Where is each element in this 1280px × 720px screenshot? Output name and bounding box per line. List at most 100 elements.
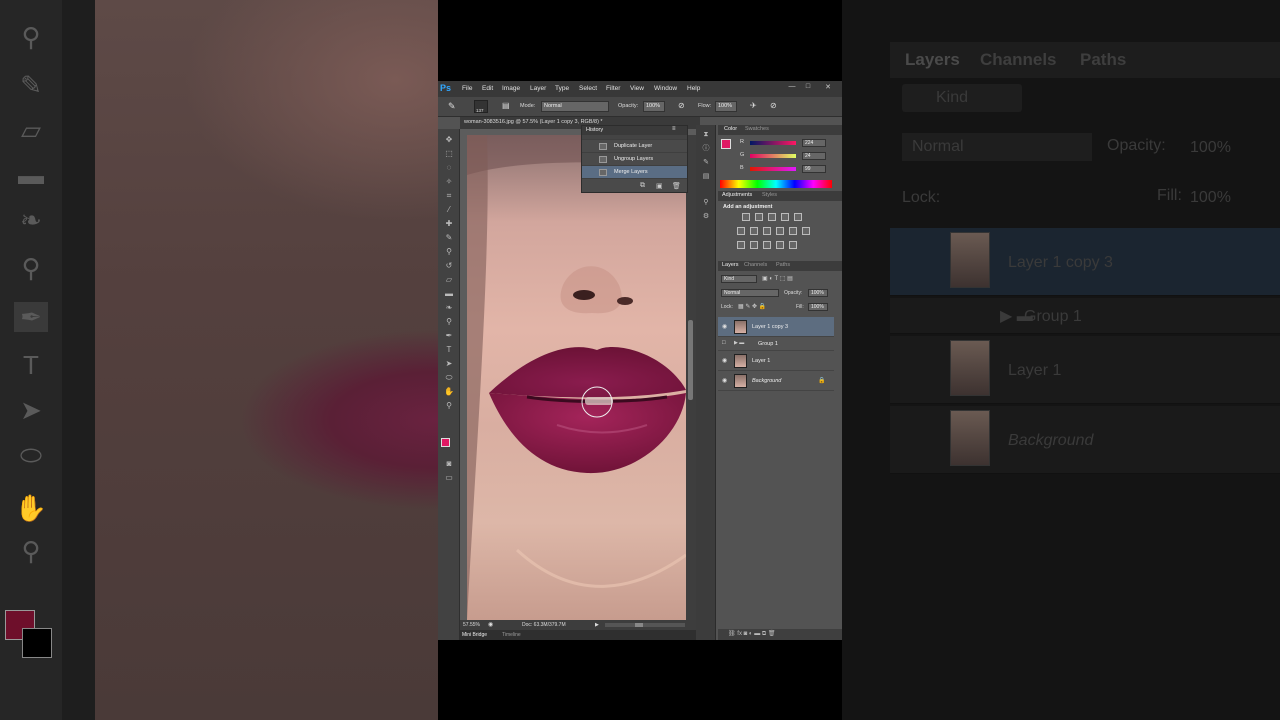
document-canvas[interactable] xyxy=(467,135,686,620)
horizontal-scrollbar-thumb[interactable] xyxy=(635,623,643,627)
maximize-button[interactable]: □ xyxy=(802,83,814,93)
photo-filter-icon[interactable] xyxy=(776,227,784,235)
eraser-tool-icon[interactable]: ▱ xyxy=(442,273,456,286)
screen-mode-icon[interactable]: ▭ xyxy=(442,471,456,484)
green-value-input[interactable]: 24 xyxy=(802,152,826,160)
tab-paths[interactable]: Paths xyxy=(776,262,790,268)
menu-type[interactable]: Type xyxy=(555,85,569,92)
tab-mini-bridge[interactable]: Mini Bridge xyxy=(462,632,487,638)
horizontal-scrollbar[interactable] xyxy=(605,623,685,627)
pressure-size-icon[interactable]: ⊘ xyxy=(770,101,777,110)
canvas-scrollbar[interactable] xyxy=(686,135,696,620)
layer-group-row[interactable]: □ ▶ ▬ Group 1 xyxy=(718,337,834,351)
vibrance-icon[interactable] xyxy=(794,213,802,221)
channel-mixer-icon[interactable] xyxy=(789,227,797,235)
invert-icon[interactable] xyxy=(737,241,745,249)
gradient-map-icon[interactable] xyxy=(776,241,784,249)
properties-panel-icon[interactable]: ⓘ xyxy=(700,143,712,155)
healing-tool-icon[interactable]: ✚ xyxy=(442,217,456,230)
brightness-icon[interactable] xyxy=(742,213,750,221)
history-menu-icon[interactable]: ≡ xyxy=(672,126,676,132)
tab-layers[interactable]: Layers xyxy=(722,262,739,268)
brush-preset-picker[interactable]: 137 xyxy=(474,100,488,113)
quick-mask-icon[interactable]: ◙ xyxy=(442,457,456,470)
lasso-tool-icon[interactable]: ◌ xyxy=(442,161,456,174)
move-tool-icon[interactable]: ✥ xyxy=(442,133,456,146)
brush-presets-icon[interactable]: ▤ xyxy=(700,171,712,183)
foreground-color-swatch[interactable] xyxy=(441,438,450,447)
menu-help[interactable]: Help xyxy=(687,85,700,92)
tab-adjustments[interactable]: Adjustments xyxy=(722,192,752,198)
menu-image[interactable]: Image xyxy=(502,85,520,92)
mode-select[interactable]: Normal xyxy=(541,101,609,112)
filter-icons[interactable]: ▣ ◐ T ⬚ ▤ xyxy=(762,275,793,282)
threshold-icon[interactable] xyxy=(763,241,771,249)
black-white-icon[interactable] xyxy=(763,227,771,235)
hue-saturation-icon[interactable] xyxy=(737,227,745,235)
type-tool-icon[interactable]: T xyxy=(442,343,456,356)
zoom-level[interactable]: 57.55% xyxy=(463,622,480,628)
pen-tool-icon[interactable]: ✒ xyxy=(442,329,456,342)
layer-row[interactable]: ◉ Background 🔒 xyxy=(718,371,834,391)
red-value-input[interactable]: 224 xyxy=(802,139,826,147)
layers-opacity-input[interactable]: 100% xyxy=(808,289,828,297)
snapshot-camera-icon[interactable]: ▣ xyxy=(656,182,663,190)
eye-hidden-icon[interactable]: □ xyxy=(722,340,726,346)
history-brush-tool-icon[interactable]: ↺ xyxy=(442,259,456,272)
clone-stamp-tool-icon[interactable]: ⚲ xyxy=(442,245,456,258)
menu-filter[interactable]: Filter xyxy=(606,85,620,92)
history-row[interactable]: Ungroup Layers xyxy=(582,153,687,166)
menu-view[interactable]: View xyxy=(630,85,644,92)
layer-footer-icons[interactable]: ⛓ fx ◙ ◐ ▬ ⧉ 🗑 xyxy=(728,630,775,638)
status-menu-arrow-icon[interactable]: ▶ xyxy=(595,622,599,628)
gradient-tool-icon[interactable]: ▬ xyxy=(442,287,456,300)
tab-timeline[interactable]: Timeline xyxy=(502,632,521,638)
scrollbar-thumb[interactable] xyxy=(688,320,693,400)
history-panel-icon[interactable]: ⧗ xyxy=(700,129,712,141)
menu-edit[interactable]: Edit xyxy=(482,85,493,92)
clone-source-icon[interactable]: ⚲ xyxy=(700,197,712,209)
path-select-tool-icon[interactable]: ➤ xyxy=(442,357,456,370)
history-row-selected[interactable]: Merge Layers xyxy=(582,166,687,179)
airbrush-icon[interactable]: ✈ xyxy=(750,101,757,110)
zoom-tool-icon[interactable]: ⚲ xyxy=(442,399,456,412)
crop-tool-icon[interactable]: ⌗ xyxy=(442,189,456,202)
menu-window[interactable]: Window xyxy=(654,85,677,92)
tab-color[interactable]: Color xyxy=(724,126,737,132)
delete-state-icon[interactable]: 🗑 xyxy=(672,182,681,190)
selective-color-icon[interactable] xyxy=(789,241,797,249)
brush-panel-icon[interactable]: ✎ xyxy=(700,157,712,169)
status-info-icon[interactable]: ◉ xyxy=(488,621,493,628)
eyedropper-tool-icon[interactable]: ⁄ xyxy=(442,203,456,216)
opacity-input[interactable]: 100% xyxy=(643,101,665,112)
curves-icon[interactable] xyxy=(768,213,776,221)
eye-icon[interactable]: ◉ xyxy=(722,323,727,330)
history-row[interactable]: Duplicate Layer xyxy=(582,140,687,153)
brush-tool-icon[interactable]: ✎ xyxy=(448,101,456,112)
flow-input[interactable]: 100% xyxy=(715,101,737,112)
tab-channels[interactable]: Channels xyxy=(744,262,767,268)
minimize-button[interactable]: — xyxy=(786,83,798,93)
menu-layer[interactable]: Layer xyxy=(530,85,546,92)
blue-value-input[interactable]: 99 xyxy=(802,165,826,173)
tab-swatches[interactable]: Swatches xyxy=(745,126,769,132)
brush-tool-icon[interactable]: ✎ xyxy=(442,231,456,244)
layer-row[interactable]: ◉ Layer 1 copy 3 xyxy=(718,317,834,337)
color-lookup-icon[interactable] xyxy=(802,227,810,235)
exposure-icon[interactable] xyxy=(781,213,789,221)
menu-file[interactable]: File xyxy=(462,85,472,92)
blend-mode-select[interactable]: Normal xyxy=(721,289,779,297)
color-foreground-swatch[interactable] xyxy=(721,139,731,149)
dodge-tool-icon[interactable]: ⚲ xyxy=(442,315,456,328)
brush-panel-icon[interactable]: ▤ xyxy=(502,101,510,110)
blur-tool-icon[interactable]: ❧ xyxy=(442,301,456,314)
group-expand-icon[interactable]: ▶ ▬ xyxy=(734,340,744,346)
tab-styles[interactable]: Styles xyxy=(762,192,777,198)
tool-presets-icon[interactable]: ⚙ xyxy=(700,211,712,223)
layer-row[interactable]: ◉ Layer 1 xyxy=(718,351,834,371)
history-header[interactable]: History ≡ xyxy=(582,126,687,135)
marquee-tool-icon[interactable]: ⬚ xyxy=(442,147,456,160)
eye-icon[interactable]: ◉ xyxy=(722,357,727,364)
eye-icon[interactable]: ◉ xyxy=(722,377,727,384)
color-balance-icon[interactable] xyxy=(750,227,758,235)
